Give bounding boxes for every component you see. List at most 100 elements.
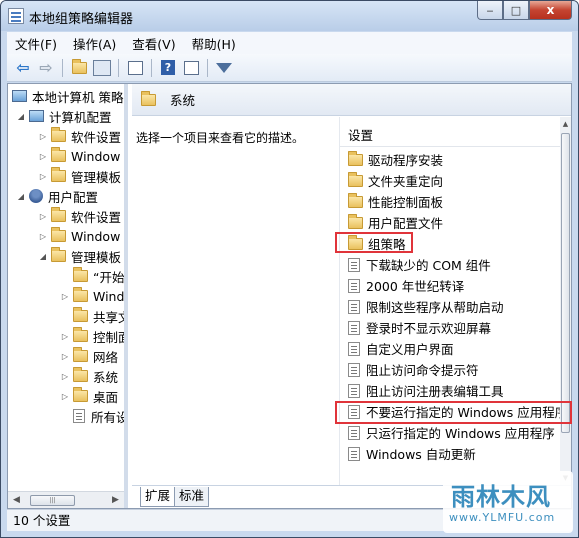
expand-toggle-icon[interactable]: ▷ (38, 152, 48, 161)
column-header-setting[interactable]: 设置 (340, 125, 560, 147)
list-item[interactable]: 用户配置文件 (348, 212, 443, 233)
tree-item-windows-settings[interactable]: ▷ Window (38, 146, 120, 166)
scrollbar-thumb[interactable] (561, 133, 570, 433)
tree-item-label: 桌面 (93, 389, 119, 405)
tab-standard[interactable]: 标准 (174, 487, 210, 507)
expand-toggle-icon[interactable]: ▷ (60, 372, 70, 381)
toolbar: ⇦ ⇨ ? (7, 54, 572, 82)
tree-item-system[interactable]: ▷ 系统 (60, 366, 118, 386)
list-item-label: 驱动程序安装 (368, 153, 444, 168)
window-controls: ‒ □ x (477, 1, 572, 20)
tree-item-windows-components[interactable]: ▷ Wind (60, 286, 124, 306)
expand-toggle-icon[interactable]: ▷ (60, 332, 70, 341)
main-area: 本地计算机 策略 ◢ 计算机配置 ▷ 软件设置 ▷ Window ▷ 管理模板 (7, 83, 572, 509)
all-settings-icon (73, 409, 85, 423)
expand-toggle-icon[interactable]: ▷ (38, 232, 48, 241)
help-icon[interactable]: ? (158, 58, 178, 78)
list-item[interactable]: 性能控制面板 (348, 191, 443, 212)
tab-extended[interactable]: 扩展 (140, 487, 176, 507)
tree-item-label: Window (71, 228, 121, 244)
export-list-icon[interactable] (125, 58, 145, 78)
collapse-toggle-icon[interactable]: ◢ (16, 112, 26, 121)
scroll-left-icon[interactable]: ◀ (9, 493, 24, 508)
list-vertical-scrollbar[interactable]: ▲ ▼ (560, 117, 571, 485)
tree-item-network[interactable]: ▷ 网络 (60, 346, 118, 366)
folder-icon (73, 387, 88, 402)
tree-item-software-settings[interactable]: ▷ 软件设置 (38, 206, 121, 226)
tree-item-control-panel[interactable]: ▷ 控制面 (60, 326, 124, 346)
menu-view[interactable]: 查看(V) (124, 34, 183, 53)
collapse-toggle-icon[interactable]: ◢ (38, 252, 48, 261)
tree-item-all-settings[interactable]: 所有设 (60, 406, 128, 426)
tree-item-label: 用户配置 (48, 189, 99, 205)
setting-icon (348, 446, 360, 461)
filter-icon[interactable] (214, 58, 234, 78)
list-item[interactable]: 阻止访问注册表编辑工具 (348, 380, 504, 401)
up-folder-icon[interactable] (69, 58, 89, 78)
tree-item-start-menu[interactable]: “开始 (60, 266, 124, 286)
scrollbar-thumb[interactable]: ||| (30, 495, 75, 506)
folder-icon (51, 127, 66, 142)
show-hide-tree-icon[interactable] (92, 58, 112, 78)
status-text: 10 个设置 (13, 513, 71, 528)
list-item[interactable]: 下载缺少的 COM 组件 (348, 254, 491, 275)
menu-file[interactable]: 文件(F) (7, 34, 65, 53)
watermark: 雨林木风 www.YLMFU.com (443, 471, 573, 533)
maximize-button[interactable]: □ (503, 1, 529, 20)
scroll-right-icon[interactable]: ▶ (108, 493, 123, 508)
list-item[interactable]: 阻止访问命令提示符 (348, 359, 479, 380)
properties-icon[interactable] (181, 58, 201, 78)
expand-toggle-icon[interactable]: ▷ (38, 212, 48, 221)
tree-item-label: 网络 (93, 349, 119, 365)
setting-icon (348, 299, 360, 314)
list-item[interactable]: 登录时不显示欢迎屏幕 (348, 317, 491, 338)
folder-icon (348, 192, 363, 208)
tree-item-windows-settings[interactable]: ▷ Window (38, 226, 120, 246)
tree-item-user-config[interactable]: ◢ 用户配置 (16, 186, 98, 206)
list-item-label: 性能控制面板 (368, 195, 444, 210)
details-pane: 系统 选择一个项目来查看它的描述。 设置 驱动程序安装 文件夹重定向 性能控制面… (132, 84, 571, 508)
group-policy-icon (8, 8, 24, 24)
minimize-button[interactable]: ‒ (477, 1, 503, 20)
toolbar-separator (207, 58, 208, 77)
tree-item-label: 管理模板 (71, 249, 122, 265)
menu-action[interactable]: 操作(A) (65, 34, 124, 53)
tree-item-shared-folders[interactable]: 共享文 (60, 306, 128, 326)
tree-item-admin-templates[interactable]: ▷ 管理模板 (38, 166, 121, 186)
list-item[interactable]: 限制这些程序从帮助启动 (348, 296, 504, 317)
tree-horizontal-scrollbar[interactable]: ◀ ||| ▶ (8, 491, 124, 508)
expand-toggle-icon[interactable]: ▷ (38, 172, 48, 181)
scroll-up-icon[interactable]: ▲ (560, 117, 571, 131)
setting-icon (348, 383, 360, 398)
tree-item-computer-config[interactable]: ◢ 计算机配置 (16, 106, 112, 126)
forward-arrow-icon[interactable]: ⇨ (36, 58, 56, 78)
toolbar-separator (62, 58, 63, 77)
list-item[interactable]: 驱动程序安装 (348, 149, 443, 170)
list-item[interactable]: 自定义用户界面 (348, 338, 454, 359)
list-item[interactable]: 只运行指定的 Windows 应用程序 (348, 422, 555, 443)
back-arrow-icon[interactable]: ⇦ (13, 58, 33, 78)
details-title: 系统 (170, 93, 196, 108)
description-text: 选择一个项目来查看它的描述。 (136, 131, 305, 145)
list-item[interactable]: Windows 自动更新 (348, 443, 476, 464)
tree-item-desktop[interactable]: ▷ 桌面 (60, 386, 118, 406)
tree-item-label: 共享文 (93, 309, 128, 325)
navigation-tree: 本地计算机 策略 ◢ 计算机配置 ▷ 软件设置 ▷ Window ▷ 管理模板 (8, 84, 128, 508)
expand-toggle-icon[interactable]: ▷ (38, 132, 48, 141)
expand-toggle-icon[interactable]: ▷ (60, 352, 70, 361)
list-item-label: 限制这些程序从帮助启动 (366, 300, 504, 315)
menu-help[interactable]: 帮助(H) (184, 34, 244, 53)
list-item-label: 阻止访问命令提示符 (366, 363, 479, 378)
tree-item-software-settings[interactable]: ▷ 软件设置 (38, 126, 121, 146)
tree-item-admin-templates[interactable]: ◢ 管理模板 (38, 246, 121, 266)
list-item[interactable]: 文件夹重定向 (348, 170, 443, 191)
tree-item-local-policy[interactable]: 本地计算机 策略 (12, 86, 123, 106)
close-button[interactable]: x (529, 1, 572, 20)
expand-toggle-icon[interactable]: ▷ (60, 292, 70, 301)
menu-bar: 文件(F) 操作(A) 查看(V) 帮助(H) (7, 32, 572, 54)
tree-item-label: 所有设 (91, 409, 128, 425)
expand-toggle-icon[interactable]: ▷ (60, 392, 70, 401)
collapse-toggle-icon[interactable]: ◢ (16, 192, 26, 201)
title-bar[interactable]: 本地组策略编辑器 ‒ □ x (1, 1, 578, 31)
list-item[interactable]: 2000 年世纪转译 (348, 275, 464, 296)
